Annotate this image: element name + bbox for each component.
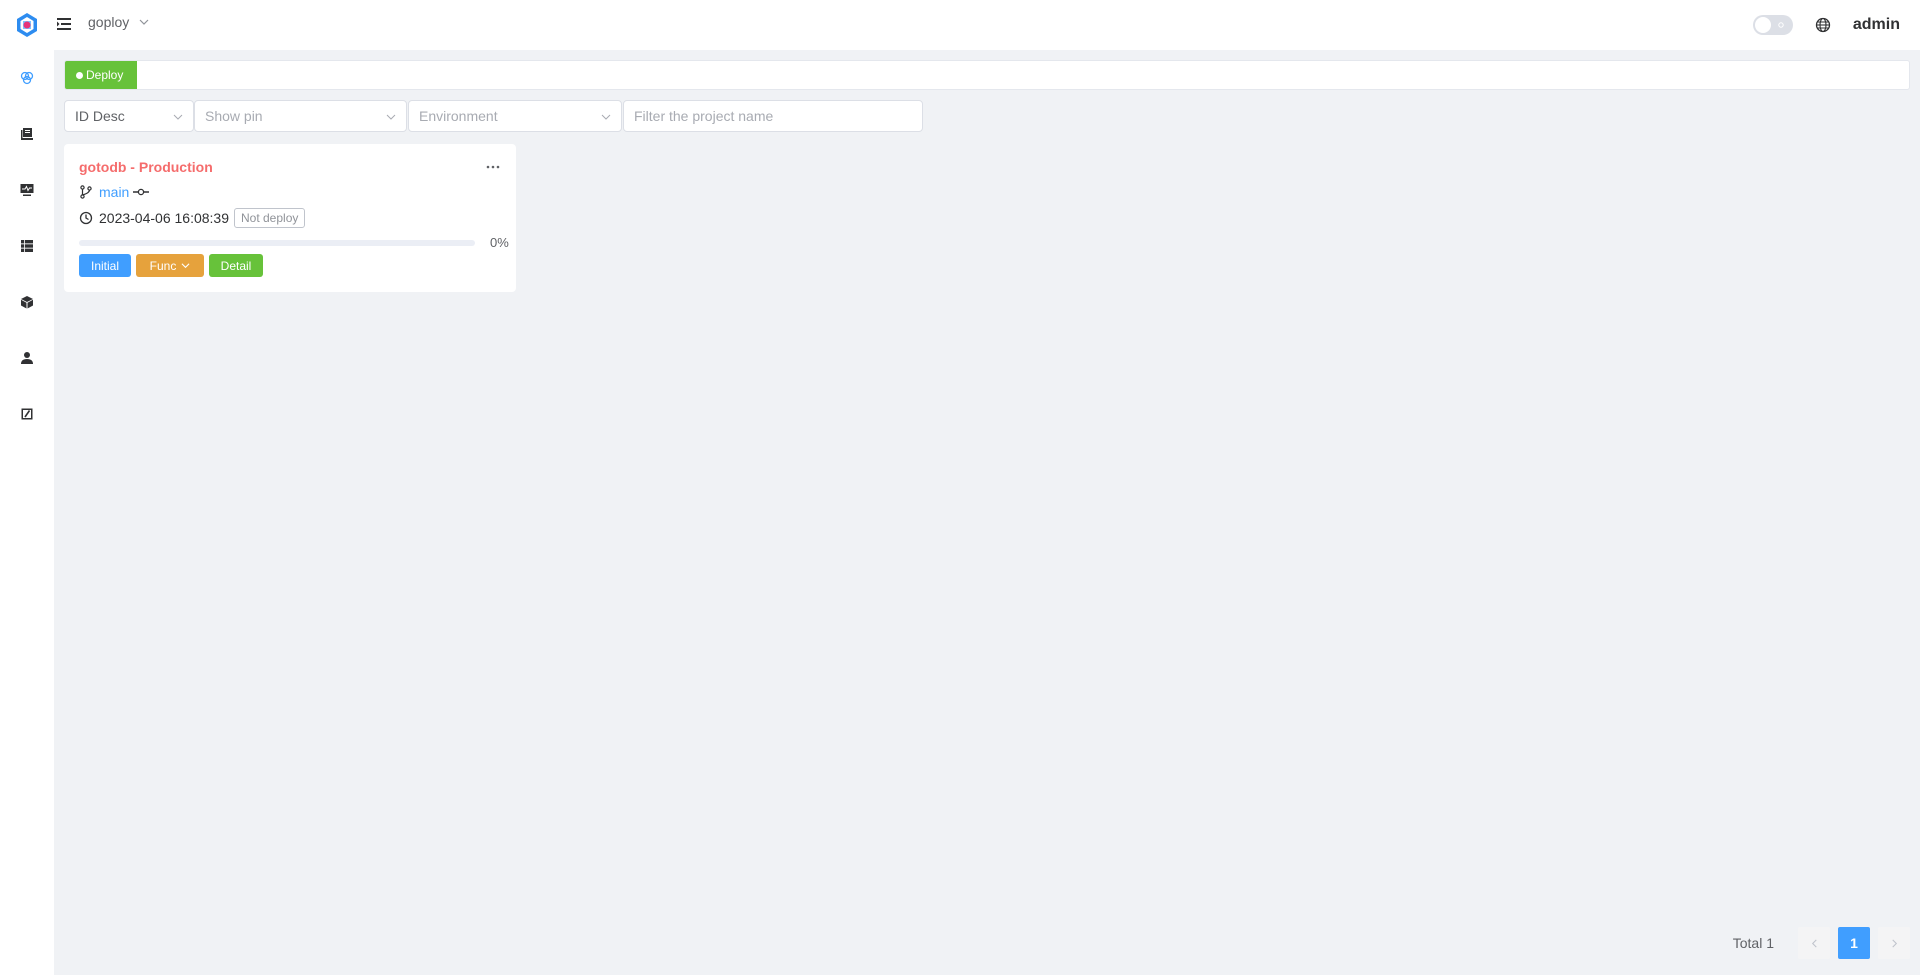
next-page-button[interactable] bbox=[1878, 927, 1910, 959]
tags-view-bar: Deploy bbox=[64, 60, 1910, 90]
namespace-select[interactable]: goploy bbox=[88, 14, 149, 30]
project-title[interactable]: gotodb - Production bbox=[79, 159, 213, 175]
detail-button[interactable]: Detail bbox=[209, 254, 263, 277]
chevron-down-icon bbox=[386, 114, 396, 120]
book-icon bbox=[21, 128, 33, 140]
sort-select-value: ID Desc bbox=[75, 108, 125, 124]
user-icon bbox=[21, 352, 33, 364]
progress-text: 0% bbox=[490, 235, 509, 250]
sidebar-item-project[interactable] bbox=[0, 106, 54, 162]
atom-icon bbox=[20, 71, 34, 85]
git-commit-icon bbox=[133, 188, 150, 196]
git-branch-icon bbox=[80, 185, 92, 199]
sidebar-item-monitor[interactable] bbox=[0, 162, 54, 218]
sidebar-item-deploy[interactable] bbox=[0, 50, 54, 106]
status-badge: Not deploy bbox=[234, 208, 306, 228]
namespace-label: goploy bbox=[88, 14, 130, 30]
navbar: goploy admin bbox=[0, 0, 1920, 50]
chevron-left-icon bbox=[1811, 939, 1817, 947]
sidebar-item-log[interactable] bbox=[0, 386, 54, 442]
goploy-logo-icon[interactable] bbox=[15, 12, 39, 38]
project-name-placeholder: Filter the project name bbox=[634, 108, 774, 124]
deploy-time: 2023-04-06 16:08:39 bbox=[99, 210, 229, 226]
username[interactable]: admin bbox=[1853, 16, 1900, 34]
func-dropdown-button[interactable]: Func bbox=[136, 254, 204, 277]
sidebar-item-cron[interactable] bbox=[0, 274, 54, 330]
progress-bar bbox=[79, 240, 475, 246]
active-dot-icon bbox=[76, 71, 83, 79]
chevron-right-icon bbox=[1891, 939, 1897, 947]
chevron-down-icon bbox=[601, 114, 611, 120]
chevron-down-icon bbox=[139, 19, 149, 25]
theme-switch[interactable] bbox=[1752, 15, 1793, 35]
initial-button[interactable]: Initial bbox=[79, 254, 131, 277]
more-icon[interactable] bbox=[486, 164, 500, 170]
pagination: Total 1 1 bbox=[1733, 927, 1910, 959]
clock-icon bbox=[79, 211, 93, 225]
server-list-icon bbox=[21, 240, 33, 252]
project-name-input[interactable]: Filter the project name bbox=[623, 100, 923, 132]
sidebar-item-member[interactable] bbox=[0, 330, 54, 386]
branch-link[interactable]: main bbox=[99, 184, 129, 200]
pin-select-placeholder: Show pin bbox=[205, 108, 263, 124]
initial-button-label: Initial bbox=[90, 258, 119, 273]
sun-icon bbox=[1778, 22, 1784, 28]
globe-icon[interactable] bbox=[1815, 17, 1831, 33]
tag-deploy[interactable]: Deploy bbox=[65, 61, 137, 89]
environment-select[interactable]: Environment bbox=[408, 100, 622, 132]
switch-knob bbox=[1754, 17, 1771, 33]
chevron-down-icon bbox=[173, 114, 183, 120]
cube-icon bbox=[21, 296, 33, 309]
page-button-current[interactable]: 1 bbox=[1838, 927, 1870, 959]
sort-select[interactable]: ID Desc bbox=[64, 100, 194, 132]
sidebar bbox=[0, 50, 54, 975]
time-row: 2023-04-06 16:08:39 Not deploy bbox=[79, 208, 306, 228]
right-menu: admin bbox=[1752, 0, 1900, 50]
chevron-down-icon bbox=[181, 263, 190, 269]
hamburger-icon[interactable] bbox=[56, 16, 72, 32]
main-content: Deploy ID Desc Show pin Environment Filt… bbox=[54, 50, 1920, 975]
environment-select-placeholder: Environment bbox=[419, 108, 498, 124]
detail-button-label: Detail bbox=[220, 258, 252, 273]
edit-log-icon bbox=[21, 408, 33, 420]
pagination-total: Total 1 bbox=[1732, 935, 1774, 951]
branch-row: main bbox=[79, 184, 150, 200]
project-card: gotodb - Production main 2023-04-06 16:0… bbox=[64, 144, 516, 292]
monitor-pulse-icon bbox=[20, 184, 34, 196]
prev-page-button[interactable] bbox=[1798, 927, 1830, 959]
func-button-label: Func bbox=[149, 258, 177, 273]
pin-select[interactable]: Show pin bbox=[194, 100, 407, 132]
sidebar-item-server[interactable] bbox=[0, 218, 54, 274]
tag-label: Deploy bbox=[86, 68, 124, 82]
